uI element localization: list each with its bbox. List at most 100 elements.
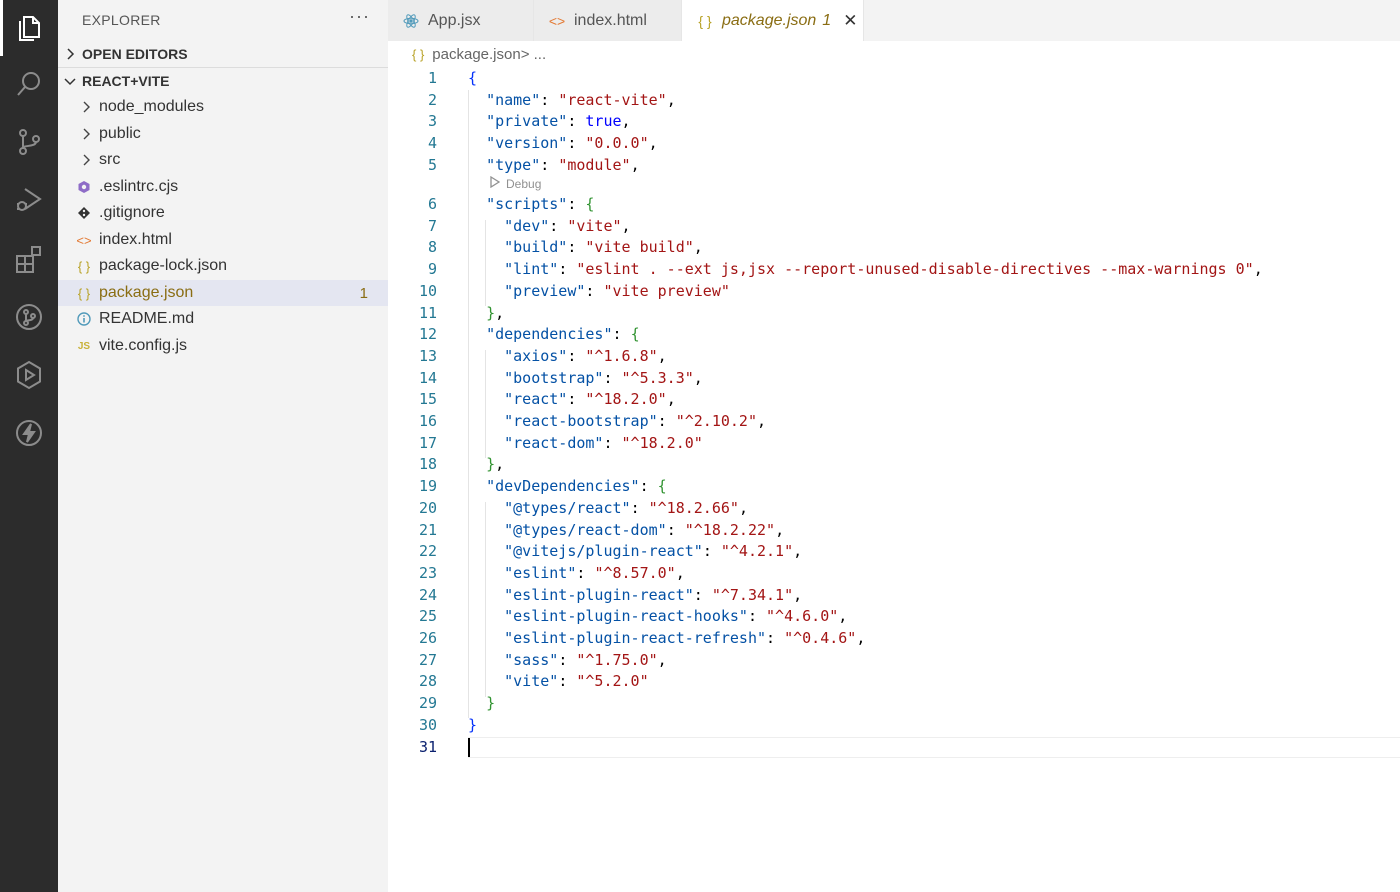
open-editors-section[interactable]: OPEN EDITORS [58, 41, 388, 67]
run-debug-icon [17, 188, 42, 211]
chevron-right-icon [58, 48, 82, 60]
info-file-icon [74, 312, 94, 326]
code-line: 19 "devDependencies": { [418, 477, 667, 496]
code-line: 9 "lint": "eslint . --ext js,jsx --repor… [427, 260, 1263, 279]
tree-item-label: index.html [99, 231, 172, 248]
deploy-activity-button[interactable] [0, 347, 58, 403]
breadcrumb-rest[interactable]: > ... [521, 46, 546, 63]
tree-folder-public[interactable]: public [58, 121, 388, 147]
run-debug-activity-button[interactable] [0, 172, 58, 228]
code-line: 14 "bootstrap": "^5.3.3", [418, 368, 703, 387]
code-line: 28 "vite": "^5.2.0" [418, 672, 649, 691]
code-line: 31 [418, 737, 437, 756]
play-icon [490, 175, 501, 191]
chevron-right-icon [78, 128, 94, 140]
code-line: 15 "react": "^18.2.0", [418, 390, 676, 409]
source-control-activity-button[interactable] [0, 114, 58, 170]
code-line: 30} [418, 715, 478, 734]
project-section[interactable]: REACT+VITE [58, 68, 388, 94]
code-line: 3 "private": true, [427, 112, 631, 131]
tree-file-gitignore[interactable]: .gitignore [58, 200, 388, 226]
extensions-icon [16, 246, 41, 273]
tab-package-json[interactable]: { } package.json 1 ✕ [682, 0, 864, 41]
debug-codelens-label: Debug [506, 176, 542, 191]
code-line: 4 "version": "0.0.0", [427, 134, 658, 153]
tab-index-html[interactable]: <> index.html [534, 0, 682, 41]
extensions-activity-button[interactable] [0, 231, 58, 287]
tree-item-label: node_modules [99, 98, 204, 115]
chevron-right-icon [78, 154, 94, 166]
activity-bar [0, 0, 58, 892]
open-editors-label: OPEN EDITORS [82, 46, 188, 62]
code-line: 12 "dependencies": { [418, 325, 640, 344]
code-line: 21 "@types/react-dom": "^18.2.22", [418, 520, 785, 539]
tree-item-label: .eslintrc.cjs [99, 178, 179, 195]
git-graph-icon [16, 304, 42, 330]
tab-label: App.jsx [428, 11, 481, 29]
tab-label: index.html [574, 11, 647, 29]
json-icon: { } [698, 12, 712, 29]
json-file-icon: { } [77, 258, 91, 274]
lightning-activity-button[interactable] [0, 405, 58, 461]
tree-folder-src[interactable]: src [58, 147, 388, 173]
close-icon[interactable]: ✕ [843, 11, 857, 31]
search-icon [17, 72, 40, 96]
tab-problem-badge: 1 [822, 11, 832, 29]
tree-file-eslintrc[interactable]: .eslintrc.cjs [58, 174, 388, 200]
git-graph-activity-button[interactable] [0, 289, 58, 345]
source-control-icon [19, 129, 40, 155]
code-line: 24 "eslint-plugin-react": "^7.34.1", [418, 585, 803, 604]
deploy-icon [17, 360, 41, 390]
json-file-icon: { } [77, 285, 91, 301]
tree-file-vite-config[interactable]: JS vite.config.js [58, 333, 388, 359]
explorer-activity-button[interactable] [0, 0, 58, 56]
explorer-more-actions-button[interactable]: ··· [349, 6, 370, 27]
html-file-icon: <> [76, 232, 92, 248]
tree-file-package-lock[interactable]: { } package-lock.json [58, 253, 388, 279]
chevron-right-icon [78, 101, 94, 113]
git-file-icon [74, 206, 94, 220]
search-activity-button[interactable] [0, 56, 58, 112]
tree-item-label: public [99, 125, 141, 142]
problem-count-badge: 1 [359, 284, 368, 302]
eslint-file-icon [74, 180, 94, 194]
code-line: 22 "@vitejs/plugin-react": "^4.2.1", [418, 542, 803, 561]
code-line: 23 "eslint": "^8.57.0", [418, 563, 685, 582]
json-icon: { } [412, 46, 425, 62]
tree-item-label: package.json [99, 284, 194, 301]
code-line: 25 "eslint-plugin-react-hooks": "^4.6.0"… [418, 607, 848, 626]
code-editor[interactable]: Debug 1{ 2 "name": "react-vite", 3 "priv… [388, 68, 1400, 892]
js-file-icon: JS [77, 340, 91, 352]
explorer-sidebar: EXPLORER ··· OPEN EDITORS REACT+VITE nod… [58, 0, 388, 892]
tree-file-package-json[interactable]: { } package.json 1 [58, 280, 388, 306]
react-icon [402, 13, 420, 29]
tab-label: package.json [722, 11, 817, 29]
tree-item-label: README.md [99, 310, 195, 327]
files-icon [19, 16, 40, 41]
html-icon: <> [548, 12, 566, 29]
code-line: 1{ [427, 69, 478, 87]
code-line: 7 "dev": "vite", [427, 216, 631, 235]
code-line: 17 "react-dom": "^18.2.0" [418, 433, 703, 452]
tree-item-label: .gitignore [99, 204, 165, 221]
tree-folder-node-modules[interactable]: node_modules [58, 94, 388, 120]
explorer-title: EXPLORER [82, 12, 161, 28]
debug-codelens[interactable]: Debug [490, 175, 542, 191]
tree-file-index-html[interactable]: <> index.html [58, 227, 388, 253]
code-line: 8 "build": "vite build", [427, 238, 703, 257]
code-line: 5 "type": "module", [427, 155, 640, 174]
tab-app-jsx[interactable]: App.jsx [388, 0, 534, 41]
code-line: 16 "react-bootstrap": "^2.10.2", [418, 412, 767, 430]
code-line: 20 "@types/react": "^18.2.66", [418, 498, 748, 517]
breadcrumb-file[interactable]: package.json [432, 46, 520, 63]
tree-file-readme[interactable]: README.md [58, 306, 388, 332]
breadcrumb: { } package.json > ... [388, 43, 546, 65]
editor-tab-bar: App.jsx <> index.html { } package.json 1… [388, 0, 1400, 41]
tree-item-label: vite.config.js [99, 337, 188, 354]
code-line: 27 "sass": "^1.75.0", [418, 650, 667, 669]
tree-item-label: package-lock.json [99, 257, 228, 274]
code-line: 10 "preview": "vite preview" [418, 281, 730, 300]
code-line: 26 "eslint-plugin-react-refresh": "^0.4.… [418, 629, 866, 647]
code-line: 18 }, [418, 455, 505, 474]
code-line: 29 } [418, 694, 496, 713]
